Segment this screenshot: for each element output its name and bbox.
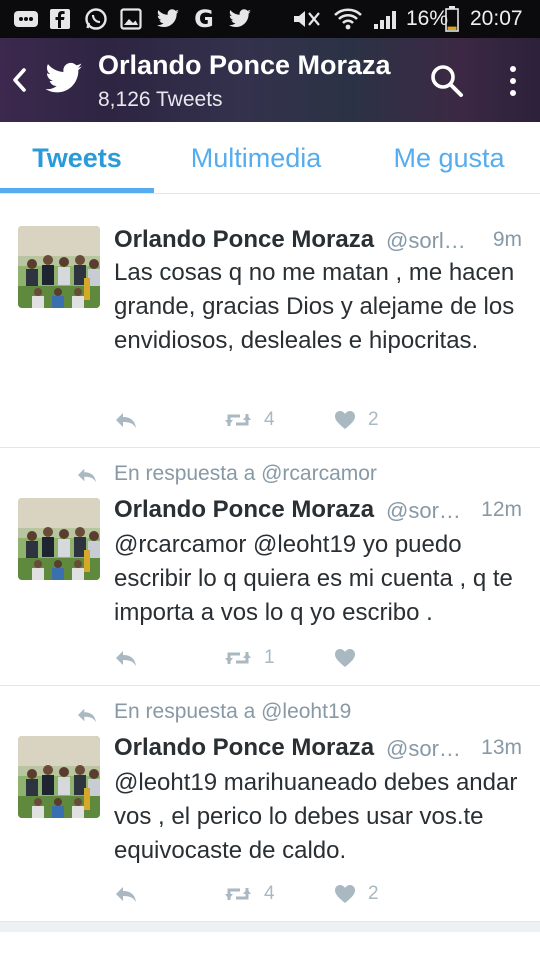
tweet-text: @rcarcamor @leoht19 yo puedo escribir lo… (114, 531, 513, 626)
like-count: 2 (368, 883, 379, 904)
tweet-count: 8,126 Tweets (98, 88, 223, 111)
section-divider (0, 922, 540, 932)
twitter-logo-icon[interactable] (44, 62, 84, 96)
mute-icon (290, 7, 324, 31)
tweet-text: @leoht19 marihuaneado debes andar vos , … (114, 769, 518, 864)
retweet-button[interactable]: 4 (224, 880, 275, 908)
reply-arrow-icon (76, 466, 100, 486)
retweet-count: 4 (264, 409, 275, 430)
clock: 20:07 (470, 7, 523, 30)
tweet-time[interactable]: 13m (481, 736, 522, 760)
reply-icon (116, 413, 136, 428)
tweet-header: Orlando Ponce Moraza @sorl... 12m (114, 496, 524, 528)
tweet-text: Las cosas q no me matan , me hacen grand… (114, 259, 515, 354)
like-button[interactable]: 2 (334, 406, 379, 434)
more-options-icon[interactable] (498, 58, 528, 104)
heart-icon (335, 649, 355, 667)
retweet-count: 1 (264, 647, 275, 668)
google-icon: G (194, 5, 214, 33)
avatar[interactable] (18, 736, 100, 818)
reply-button[interactable] (114, 406, 138, 434)
profile-tabs: Tweets Multimedia Me gusta (0, 122, 540, 194)
retweet-count: 4 (264, 883, 275, 904)
signal-icon (372, 7, 400, 31)
tweet-time[interactable]: 12m (481, 498, 522, 522)
author-name[interactable]: Orlando Ponce Moraza (114, 226, 374, 254)
author-name[interactable]: Orlando Ponce Moraza (114, 734, 374, 762)
tweet-item[interactable]: En respuesta a @rcarcamor Orlando Ponce … (0, 448, 540, 686)
reply-button[interactable] (114, 880, 138, 908)
tweet-item[interactable]: Orlando Ponce Moraza @sorla... 9m Las co… (0, 206, 540, 448)
author-handle[interactable]: @sorl... (386, 498, 462, 524)
retweet-button[interactable]: 4 (224, 406, 275, 434)
author-handle[interactable]: @sorla... (386, 228, 474, 254)
in-reply-to[interactable]: En respuesta a @rcarcamor (114, 462, 377, 486)
facebook-icon (48, 7, 72, 31)
tweet-header: Orlando Ponce Moraza @sorl... 13m (114, 734, 524, 766)
reply-icon (116, 887, 136, 902)
like-button[interactable]: 2 (334, 880, 379, 908)
like-button[interactable] (334, 644, 368, 672)
whatsapp-icon (82, 7, 110, 31)
in-reply-to[interactable]: En respuesta a @leoht19 (114, 700, 351, 724)
status-bar: G 16% 20:07 (0, 0, 540, 38)
like-count: 2 (368, 409, 379, 430)
back-arrow-icon[interactable] (6, 60, 32, 100)
battery-icon (444, 6, 460, 32)
reply-arrow-icon (76, 706, 100, 726)
battery-percent: 16% (406, 7, 449, 30)
author-name[interactable]: Orlando Ponce Moraza (114, 496, 374, 524)
search-icon[interactable] (428, 62, 466, 100)
reply-icon (116, 651, 136, 666)
retweet-icon (225, 652, 251, 664)
messages-icon (12, 7, 40, 31)
profile-name: Orlando Ponce Moraza (98, 50, 391, 80)
twitter-icon (226, 7, 254, 31)
profile-header: Orlando Ponce Moraza 8,126 Tweets (0, 38, 540, 122)
retweet-icon (225, 888, 251, 900)
retweet-button[interactable]: 1 (224, 644, 275, 672)
gallery-icon (118, 7, 144, 31)
twitter-icon (154, 7, 182, 31)
retweet-icon (225, 414, 251, 426)
wifi-icon (332, 7, 364, 31)
tab-me-gusta[interactable]: Me gusta (376, 122, 522, 194)
tweet-item[interactable]: En respuesta a @leoht19 Orlando Ponce Mo… (0, 686, 540, 922)
avatar[interactable] (18, 498, 100, 580)
heart-icon (335, 411, 355, 429)
tweet-time[interactable]: 9m (493, 228, 522, 252)
author-handle[interactable]: @sorl... (386, 736, 462, 762)
tweet-actions: 1 (114, 644, 414, 672)
avatar[interactable] (18, 226, 100, 308)
tab-tweets[interactable]: Tweets (0, 122, 154, 194)
tweet-actions: 4 2 (114, 406, 414, 434)
reply-button[interactable] (114, 644, 138, 672)
tweet-header: Orlando Ponce Moraza @sorla... 9m (114, 226, 524, 258)
active-tab-indicator (0, 188, 154, 193)
heart-icon (335, 885, 355, 903)
tweet-actions: 4 2 (114, 880, 414, 908)
tab-multimedia[interactable]: Multimedia (170, 122, 342, 194)
